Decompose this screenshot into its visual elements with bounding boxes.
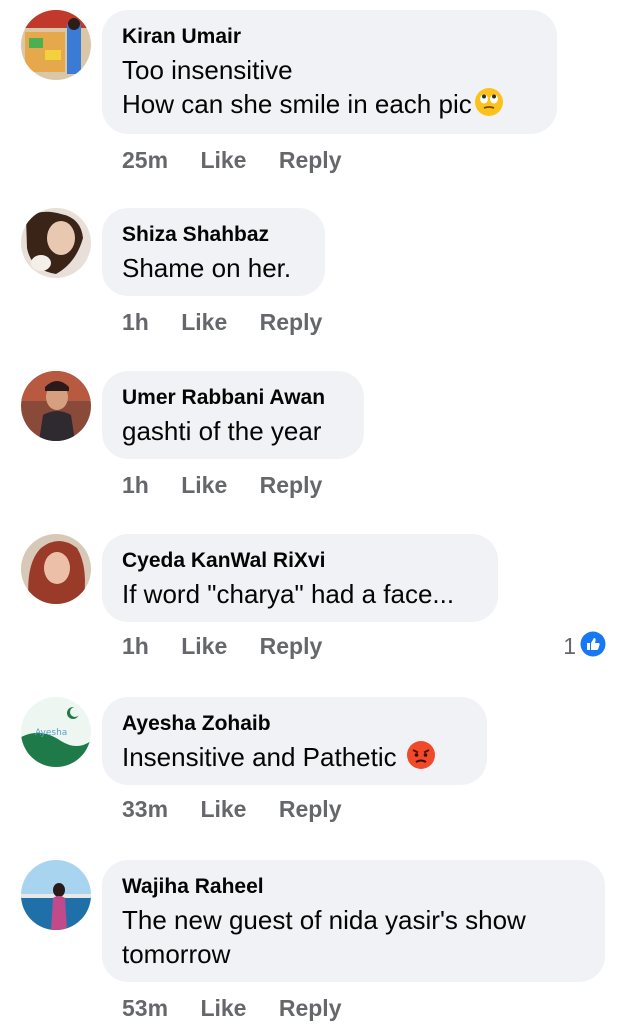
comment-timestamp[interactable]: 33m bbox=[122, 794, 168, 824]
comment-timestamp[interactable]: 25m bbox=[122, 145, 168, 175]
comment-bubble: Shiza Shahbaz Shame on her. bbox=[102, 208, 325, 296]
comment-author[interactable]: Wajiha Raheel bbox=[122, 874, 583, 900]
comment-text: Shame on her. bbox=[122, 253, 292, 283]
comment-actions: 25m Like Reply bbox=[122, 145, 368, 175]
angry-face-emoji bbox=[406, 740, 436, 778]
comment-author[interactable]: Kiran Umair bbox=[122, 24, 535, 50]
comment-text-line: Too insensitive bbox=[122, 55, 293, 85]
comment-text-line: How can she smile in each pic bbox=[122, 87, 535, 125]
comment-author[interactable]: Ayesha Zohaib bbox=[122, 711, 465, 737]
like-button[interactable]: Like bbox=[181, 307, 227, 337]
comment-bubble: Umer Rabbani Awan gashti of the year bbox=[102, 371, 364, 459]
comment-text: How can she smile in each pic bbox=[122, 89, 472, 119]
comment-author[interactable]: Cyeda KanWal RiXvi bbox=[122, 548, 476, 574]
comment-bubble: Cyeda KanWal RiXvi If word "charya" had … bbox=[102, 534, 498, 622]
reply-button[interactable]: Reply bbox=[279, 993, 342, 1023]
reaction-count[interactable]: 1 bbox=[563, 631, 606, 661]
like-button[interactable]: Like bbox=[200, 145, 246, 175]
comment-timestamp[interactable]: 1h bbox=[122, 631, 149, 661]
like-reaction-icon bbox=[580, 631, 606, 664]
like-button[interactable]: Like bbox=[200, 794, 246, 824]
comment-text: If word "charya" had a face... bbox=[122, 579, 455, 609]
comment-actions: 1h Like Reply bbox=[122, 307, 348, 337]
like-button[interactable]: Like bbox=[181, 470, 227, 500]
reply-button[interactable]: Reply bbox=[260, 307, 323, 337]
comment-author[interactable]: Umer Rabbani Awan bbox=[122, 385, 342, 411]
avatar[interactable] bbox=[21, 534, 91, 604]
eye-roll-emoji bbox=[474, 87, 504, 125]
like-button[interactable]: Like bbox=[200, 993, 246, 1023]
avatar[interactable] bbox=[21, 10, 91, 80]
svg-text:Ayesha: Ayesha bbox=[35, 728, 67, 738]
reaction-count-label: 1 bbox=[563, 633, 576, 659]
comment-author[interactable]: Shiza Shahbaz bbox=[122, 222, 303, 248]
avatar[interactable]: Ayesha bbox=[21, 697, 91, 767]
avatar[interactable] bbox=[21, 208, 91, 278]
comment-actions: 1h Like Reply bbox=[122, 631, 348, 661]
comment-bubble: Wajiha Raheel The new guest of nida yasi… bbox=[102, 860, 605, 982]
comment-actions: 33m Like Reply bbox=[122, 794, 368, 824]
comment-bubble: Kiran Umair Too insensitive How can she … bbox=[102, 10, 557, 134]
comment-actions: 53m Like Reply bbox=[122, 993, 368, 1023]
comment-text-line: Insensitive and Pathetic bbox=[122, 740, 465, 778]
reply-button[interactable]: Reply bbox=[260, 470, 323, 500]
comment-timestamp[interactable]: 53m bbox=[122, 993, 168, 1023]
reply-button[interactable]: Reply bbox=[279, 145, 342, 175]
comment-actions: 1h Like Reply bbox=[122, 470, 348, 500]
comment-timestamp[interactable]: 1h bbox=[122, 307, 149, 337]
comment-text-line: The new guest of nida yasir's show bbox=[122, 905, 526, 935]
comment-timestamp[interactable]: 1h bbox=[122, 470, 149, 500]
reply-button[interactable]: Reply bbox=[260, 631, 323, 661]
comment-text: gashti of the year bbox=[122, 416, 322, 446]
comment-text: Insensitive and Pathetic bbox=[122, 742, 397, 772]
comment-bubble: Ayesha Zohaib Insensitive and Pathetic bbox=[102, 697, 487, 785]
avatar[interactable] bbox=[21, 371, 91, 441]
comment-text-line: tomorrow bbox=[122, 939, 231, 969]
like-button[interactable]: Like bbox=[181, 631, 227, 661]
reply-button[interactable]: Reply bbox=[279, 794, 342, 824]
avatar[interactable] bbox=[21, 860, 91, 930]
